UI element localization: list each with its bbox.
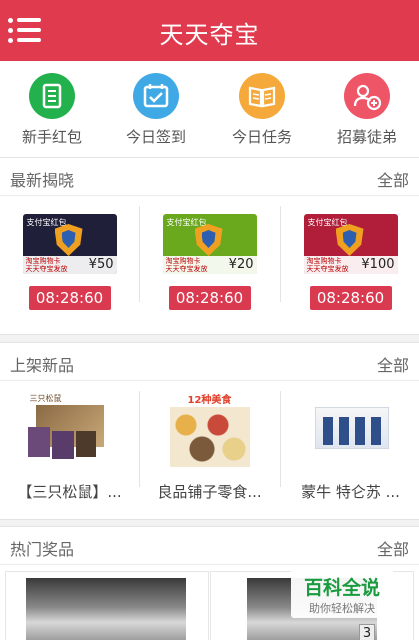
page-title: 天天夺宝 bbox=[159, 21, 260, 49]
section-title: 上架新品 bbox=[10, 356, 75, 375]
card-subtitle: 淘宝购物卡 天天夺宝发放 bbox=[165, 257, 208, 273]
book-icon bbox=[239, 73, 285, 119]
latest-section: 最新揭晓 全部 支付宝红包 淘宝购物卡 天天夺宝发放 ¥50 08:28:60 支… bbox=[0, 157, 419, 335]
product-item[interactable]: 12种美食 良品铺子零食... bbox=[140, 391, 279, 502]
card-title: 支付宝红包 bbox=[166, 218, 207, 227]
product-image: 12种美食 bbox=[168, 391, 252, 471]
quick-recruit[interactable]: 招募徒弟 bbox=[315, 73, 419, 147]
product-image: 三只松鼠 bbox=[27, 391, 112, 471]
card-title: 支付宝红包 bbox=[307, 218, 348, 227]
card-value: ¥50 bbox=[88, 257, 114, 272]
card-subtitle: 淘宝购物卡 天天夺宝发放 bbox=[25, 257, 68, 273]
product-name: 蒙牛 特仑苏 ... bbox=[301, 483, 400, 501]
card-value: ¥100 bbox=[361, 257, 395, 272]
product-item[interactable]: 三只松鼠 【三只松鼠】... bbox=[0, 391, 139, 502]
calendar-check-icon bbox=[133, 73, 179, 119]
card-title: 支付宝红包 bbox=[26, 218, 67, 227]
user-add-icon bbox=[344, 73, 390, 119]
shield-icon bbox=[335, 224, 364, 256]
view-all-link[interactable]: 全部 bbox=[377, 536, 409, 560]
watermark: 百科全说 助你轻松解决 bbox=[291, 568, 393, 618]
rank-badge: 3 bbox=[359, 624, 375, 640]
shield-icon bbox=[54, 224, 83, 256]
gift-card-image: 支付宝红包 淘宝购物卡 天天夺宝发放 ¥100 bbox=[303, 214, 398, 274]
section-title: 最新揭晓 bbox=[10, 171, 75, 190]
countdown-timer: 08:28:60 bbox=[309, 286, 392, 310]
section-header: 热门奖品 全部 bbox=[0, 527, 419, 565]
quick-label: 新手红包 bbox=[21, 128, 82, 146]
product-name: 良品铺子零食... bbox=[157, 483, 262, 501]
product-item[interactable]: 蒙牛 特仑苏 ... bbox=[281, 391, 419, 502]
watermark-title: 百科全说 bbox=[303, 577, 380, 599]
section-title: 热门奖品 bbox=[10, 540, 75, 559]
latest-item[interactable]: 支付宝红包 淘宝购物卡 天天夺宝发放 ¥20 08:28:60 bbox=[140, 206, 279, 310]
view-all-link[interactable]: 全部 bbox=[377, 167, 409, 191]
view-all-link[interactable]: 全部 bbox=[377, 352, 409, 376]
product-image bbox=[309, 391, 393, 471]
product-name: 【三只松鼠】... bbox=[17, 483, 122, 501]
latest-item[interactable]: 支付宝红包 淘宝购物卡 天天夺宝发放 ¥100 08:28:60 bbox=[281, 206, 419, 310]
app-header: 天天夺宝 bbox=[0, 0, 419, 61]
countdown-timer: 08:28:60 bbox=[28, 286, 111, 310]
section-header: 最新揭晓 全部 bbox=[0, 158, 419, 196]
watermark-subtitle: 助你轻松解决 bbox=[309, 602, 375, 615]
gift-card-image: 支付宝红包 淘宝购物卡 天天夺宝发放 ¥20 bbox=[162, 214, 257, 274]
shield-icon bbox=[194, 224, 223, 256]
new-items-section: 上架新品 全部 三只松鼠 【三只松鼠】... 12种美食 良品铺子零食... 蒙… bbox=[0, 342, 419, 520]
prize-card[interactable] bbox=[5, 571, 209, 640]
quick-label: 今日任务 bbox=[231, 128, 292, 146]
quick-tasks[interactable]: 今日任务 bbox=[210, 73, 314, 147]
latest-item[interactable]: 支付宝红包 淘宝购物卡 天天夺宝发放 ¥50 08:28:60 bbox=[0, 206, 139, 310]
quick-checkin[interactable]: 今日签到 bbox=[104, 73, 208, 147]
section-header: 上架新品 全部 bbox=[0, 343, 419, 381]
quick-new-red-packet[interactable]: 新手红包 bbox=[0, 73, 104, 147]
quick-actions: 新手红包 今日签到 今日任务 招募徒弟 bbox=[0, 61, 419, 157]
quick-label: 招募徒弟 bbox=[336, 128, 397, 146]
card-value: ¥20 bbox=[228, 257, 254, 272]
car-image bbox=[26, 578, 186, 640]
gift-card-image: 支付宝红包 淘宝购物卡 天天夺宝发放 ¥50 bbox=[22, 214, 117, 274]
quick-label: 今日签到 bbox=[125, 128, 186, 146]
notebook-icon bbox=[29, 73, 75, 119]
card-subtitle: 淘宝购物卡 天天夺宝发放 bbox=[306, 257, 349, 273]
countdown-timer: 08:28:60 bbox=[168, 286, 251, 310]
